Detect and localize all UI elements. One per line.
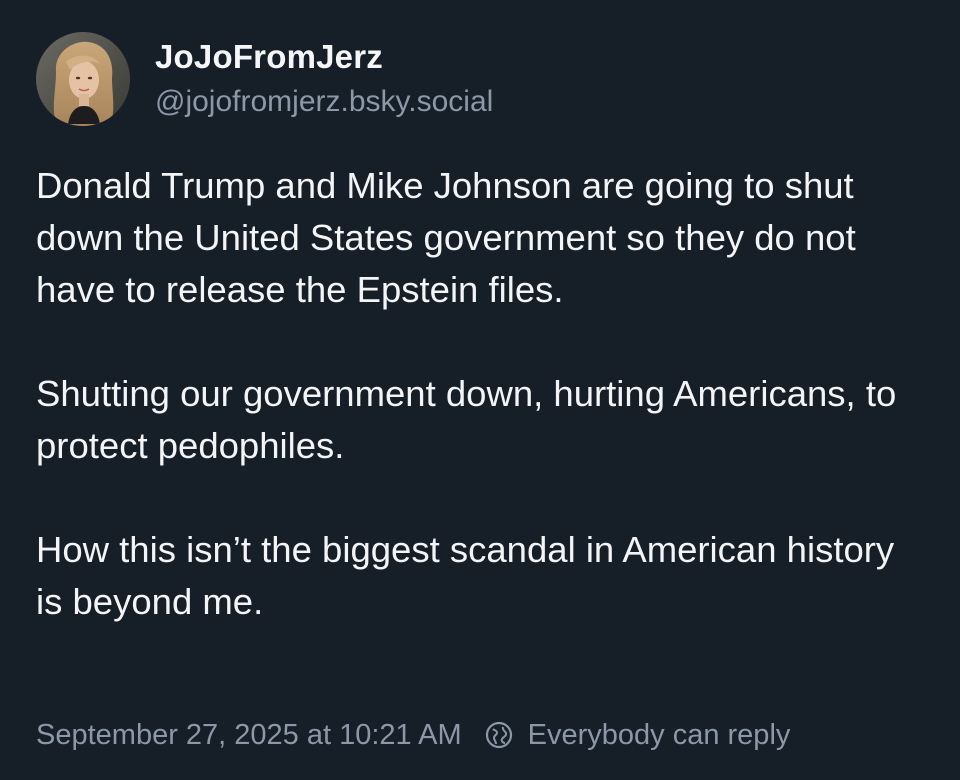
author-avatar[interactable] xyxy=(36,32,130,126)
post-paragraph: How this isn’t the biggest scandal in Am… xyxy=(36,529,895,622)
post-meta: September 27, 2025 at 10:21 AM Everybody… xyxy=(36,715,790,755)
globe-icon xyxy=(484,720,514,750)
post-paragraph: Shutting our government down, hurting Am… xyxy=(36,373,897,466)
reply-setting-label: Everybody can reply xyxy=(527,718,791,751)
post-card: JoJoFromJerz @jojofromjerz.bsky.social D… xyxy=(0,0,960,780)
post-timestamp[interactable]: September 27, 2025 at 10:21 AM xyxy=(36,719,462,752)
post-body: Donald Trump and Mike Johnson are going … xyxy=(36,160,926,628)
avatar-photo xyxy=(36,32,130,126)
author-handle[interactable]: @jojofromjerz.bsky.social xyxy=(155,85,493,119)
author-display-name[interactable]: JoJoFromJerz xyxy=(155,38,383,76)
post-paragraph: Donald Trump and Mike Johnson are going … xyxy=(36,165,856,310)
